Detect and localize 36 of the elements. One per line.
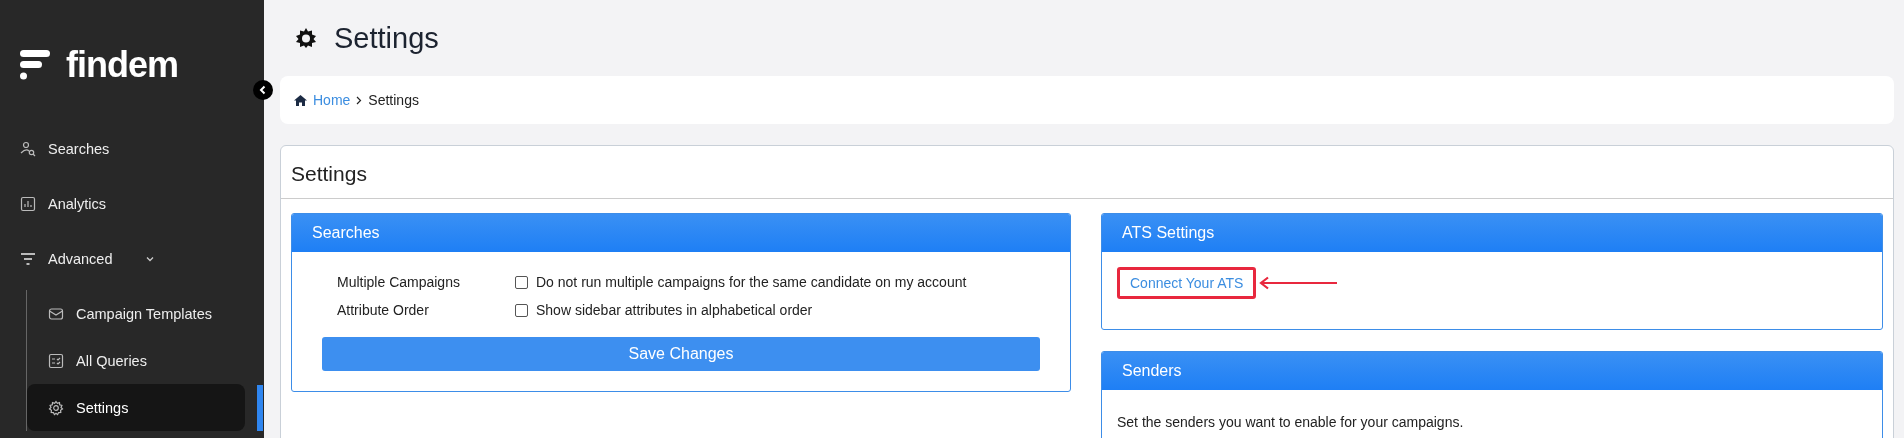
bar-chart-icon <box>20 196 36 212</box>
collapse-button[interactable] <box>253 80 273 100</box>
envelope-icon <box>48 305 64 322</box>
logo-icon <box>20 50 52 80</box>
panel-title: Searches <box>292 214 1070 252</box>
panel-title: ATS Settings <box>1102 214 1882 252</box>
senders-description: Set the senders you want to enable for your campaigns. <box>1117 414 1465 430</box>
person-search-icon <box>20 141 36 157</box>
panel-title: Senders <box>1102 352 1882 390</box>
sidebar-item[interactable]: Analytics <box>0 180 264 228</box>
page-title: Settings <box>334 21 439 55</box>
gear-icon <box>48 399 64 416</box>
checkbox-label: Show sidebar attributes in alphabetical order <box>536 302 813 318</box>
checkbox-label: Do not run multiple campaigns for the same candidate on my account <box>536 274 967 290</box>
breadcrumb-current: Settings <box>368 92 419 108</box>
sidebar-item[interactable]: Settings <box>27 384 245 431</box>
breadcrumb-link[interactable]: Home <box>313 92 351 108</box>
annotation-arrow-icon <box>1258 276 1339 290</box>
chevron-left-icon <box>258 85 268 95</box>
filter-icon <box>20 251 36 267</box>
sidebar-item[interactable]: Campaign Templates <box>27 290 245 337</box>
sidebar-item[interactable]: All Queries <box>27 337 245 384</box>
connect-ats-link[interactable]: Connect Your ATS <box>1117 267 1257 299</box>
gear-icon <box>294 26 318 50</box>
card-title: Settings <box>281 146 1893 199</box>
setting-label: Attribute Order <box>337 302 430 318</box>
home-icon <box>294 94 307 106</box>
checkbox[interactable] <box>515 303 528 317</box>
sidebar-item[interactable]: Searches <box>0 125 264 173</box>
checklist-icon <box>48 352 64 369</box>
sidebar-item[interactable]: Advanced <box>0 235 264 283</box>
setting-label: Multiple Campaigns <box>337 274 461 290</box>
breadcrumb-separator-icon <box>356 95 363 105</box>
logo-text: findem <box>66 44 178 86</box>
active-indicator <box>257 384 263 431</box>
checkbox[interactable] <box>515 275 528 289</box>
